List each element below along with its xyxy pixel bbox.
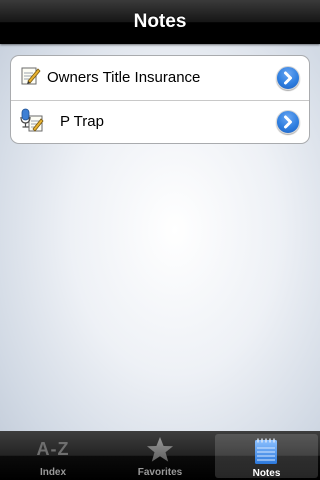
navigation-bar: Notes bbox=[0, 0, 320, 44]
chevron-right-icon bbox=[284, 71, 292, 85]
tab-label: Notes bbox=[252, 468, 281, 479]
chevron-right-icon bbox=[284, 115, 292, 129]
list-item[interactable]: Owners Title Insurance bbox=[11, 56, 309, 101]
notepad-icon bbox=[255, 438, 277, 464]
voice-note-icon bbox=[19, 108, 45, 134]
tab-favorites[interactable]: Favorites bbox=[110, 431, 210, 480]
tab-bar: A-Z Index Favorites Notes bbox=[0, 431, 320, 480]
list-item[interactable]: P Trap bbox=[11, 100, 309, 143]
star-icon bbox=[147, 437, 173, 462]
disclosure-button[interactable] bbox=[276, 110, 300, 134]
note-title: P Trap bbox=[60, 113, 104, 130]
disclosure-button[interactable] bbox=[276, 66, 300, 90]
tab-notes[interactable]: Notes bbox=[215, 434, 318, 479]
note-title: Owners Title Insurance bbox=[47, 69, 201, 86]
notes-list: Owners Title Insurance P Trap bbox=[10, 55, 310, 144]
az-icon: A-Z bbox=[36, 439, 70, 459]
tab-label: Favorites bbox=[137, 467, 183, 478]
page-title: Notes bbox=[133, 11, 187, 32]
tab-label: Index bbox=[39, 467, 67, 478]
notes-screen: Notes Owners Title Insurance P Trap A-Z … bbox=[0, 0, 320, 480]
note-pencil-icon bbox=[19, 64, 45, 90]
tab-index[interactable]: A-Z Index bbox=[3, 431, 103, 480]
